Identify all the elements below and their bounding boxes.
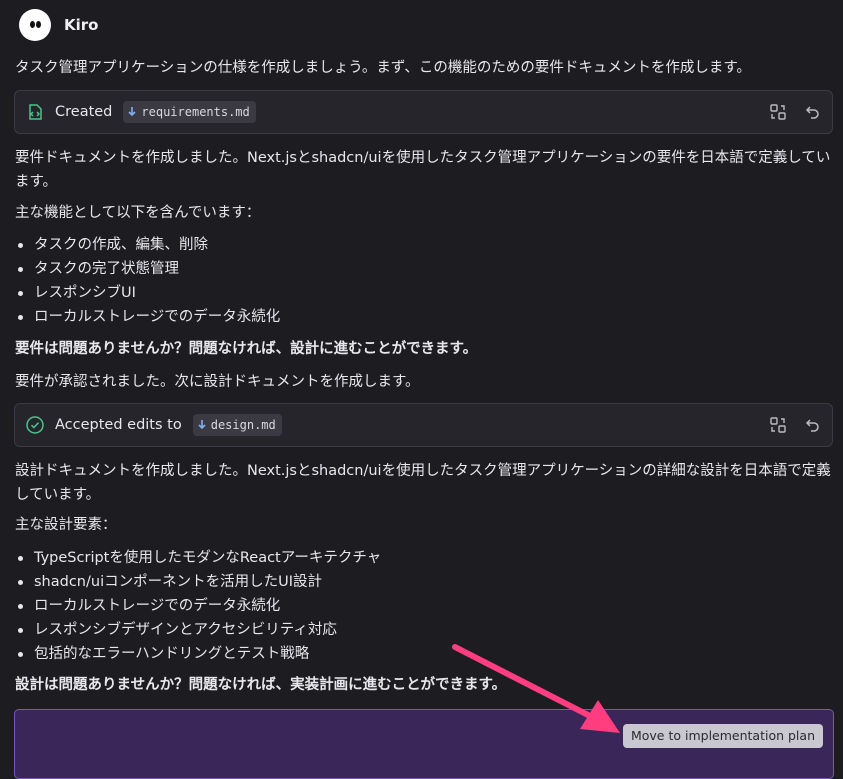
list-item: ローカルストレージでのデータ永続化	[18, 594, 831, 618]
compare-icon[interactable]	[768, 102, 788, 122]
file-link-design[interactable]: design.md	[192, 414, 282, 436]
undo-icon[interactable]	[802, 102, 822, 122]
list-item: 包括的なエラーハンドリングとテスト戦略	[18, 642, 831, 666]
assistant-name: Kiro	[64, 16, 99, 34]
list-item: タスクの完了状態管理	[18, 257, 831, 281]
markdown-file-icon	[198, 419, 206, 431]
card-label: Created	[55, 104, 113, 120]
list-item: ローカルストレージでのデータ永続化	[18, 305, 831, 329]
check-circle-icon	[25, 415, 45, 435]
design-summary: 設計ドキュメントを作成しました。Next.jsとshadcn/uiを使用したタス…	[15, 463, 831, 503]
design-elements-list: TypeScriptを使用したモダンなReactアーキテクチャ shadcn/u…	[15, 546, 831, 666]
file-name: requirements.md	[141, 105, 250, 119]
list-item: レスポンシブUI	[18, 281, 831, 305]
kiro-ghost-icon	[19, 9, 51, 41]
list-item: shadcn/uiコンポーネントを活用したUI設計	[18, 570, 831, 594]
requirements-approved: 要件が承認されました。次に設計ドキュメントを作成します。	[15, 374, 420, 390]
chat-header: Kiro	[19, 8, 98, 42]
features-list: タスクの作成、編集、削除 タスクの完了状態管理 レスポンシブUI ローカルストレ…	[15, 233, 831, 329]
move-to-implementation-plan-button[interactable]: Move to implementation plan	[622, 724, 823, 748]
features-intro: 主な機能として以下を含んでいます：	[15, 205, 261, 221]
list-item: TypeScriptを使用したモダンなReactアーキテクチャ	[18, 546, 831, 570]
design-question: 設計は問題ありませんか？問題なければ、実装計画に進むことができます。	[15, 677, 507, 693]
list-item: レスポンシブデザインとアクセシビリティ対応	[18, 618, 831, 642]
list-item: タスクの作成、編集、削除	[18, 233, 831, 257]
file-link-requirements[interactable]: requirements.md	[123, 101, 256, 123]
file-name: design.md	[210, 418, 276, 432]
card-label: Accepted edits to	[55, 417, 182, 433]
compare-icon[interactable]	[768, 415, 788, 435]
action-panel: Move to implementation plan	[14, 709, 834, 779]
file-created-card: Created requirements.md	[14, 90, 833, 134]
intro-text: タスク管理アプリケーションの仕様を作成しましょう。まず、この機能のための要件ドキ…	[15, 60, 751, 76]
markdown-file-icon	[128, 106, 136, 118]
design-elements-intro: 主な設計要素：	[15, 517, 117, 533]
file-created-icon	[25, 102, 45, 122]
accepted-edits-card: Accepted edits to design.md	[14, 403, 833, 447]
undo-icon[interactable]	[802, 415, 822, 435]
requirements-question: 要件は問題ありませんか？問題なければ、設計に進むことができます。	[15, 341, 478, 357]
requirements-summary: 要件ドキュメントを作成しました。Next.jsとshadcn/uiを使用したタス…	[15, 150, 831, 190]
